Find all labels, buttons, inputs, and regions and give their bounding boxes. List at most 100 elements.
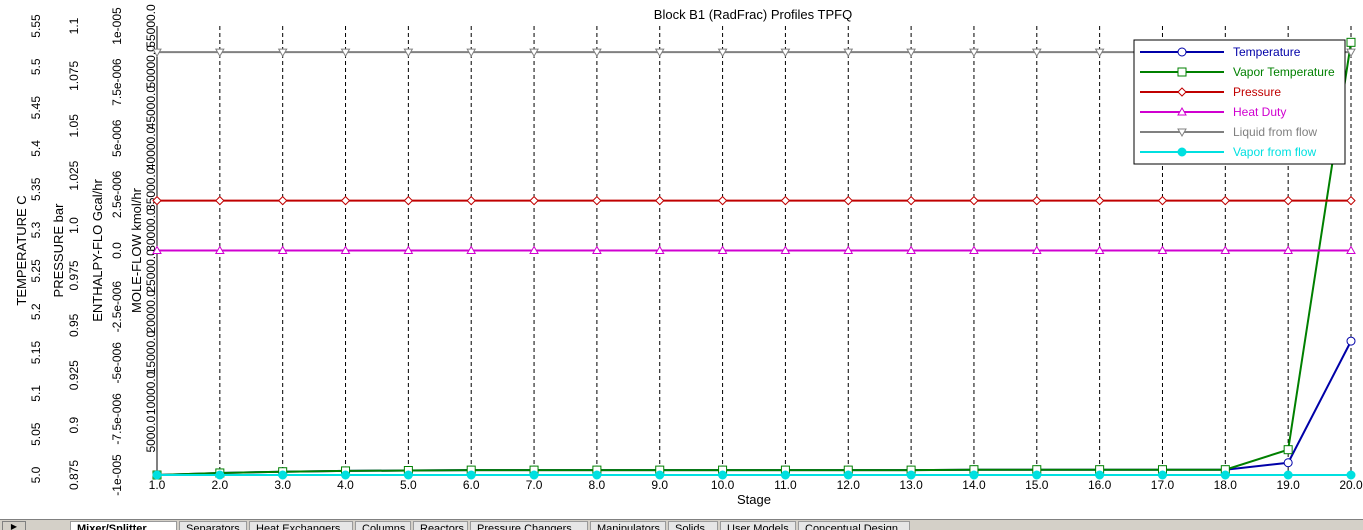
pressure-tick-label: 0.95 <box>67 313 81 337</box>
data-point <box>1346 336 1356 346</box>
x-tick-label: 17.0 <box>1151 478 1175 492</box>
x-tick-label: 8.0 <box>589 478 606 492</box>
data-point <box>278 470 288 480</box>
x-tick-label: 19.0 <box>1276 478 1300 492</box>
chart-title: Block B1 (RadFrac) Profiles TPFQ <box>654 7 852 22</box>
enthalpy-tick-label: 0.0 <box>110 242 124 259</box>
moleflow-tick-label: 30000.0 <box>144 208 158 252</box>
x-tick-label: 12.0 <box>837 478 861 492</box>
moleflow-tick-label: 10000.0 <box>144 371 158 415</box>
x-axis-label: Stage <box>737 492 771 507</box>
temperature-tick-label: 5.2 <box>29 303 43 320</box>
profiles-chart: Block B1 (RadFrac) Profiles TPFQ 1.0 2.0 3… <box>0 0 1363 519</box>
x-tick-label: 15.0 <box>1025 478 1049 492</box>
pressure-tick-label: 1.075 <box>67 61 81 91</box>
enthalpy-tick-label: 5e-006 <box>110 119 124 157</box>
temperature-tick-label: 5.3 <box>29 221 43 238</box>
enthalpy-tick-label: -5e-006 <box>110 342 124 384</box>
enthalpy-tick-label: 7.5e-006 <box>110 58 124 106</box>
data-point <box>1283 458 1293 468</box>
x-tick-label: 2.0 <box>211 478 228 492</box>
temperature-axis-label: TEMPERATURE C <box>14 195 29 305</box>
pressure-tick-label: 1.025 <box>67 160 81 190</box>
data-point <box>1157 470 1167 480</box>
moleflow-tick-label: 25000.0 <box>144 249 158 293</box>
data-point <box>843 470 853 480</box>
x-tick-label: 20.0 <box>1339 478 1363 492</box>
data-point <box>152 470 162 480</box>
data-point <box>1177 147 1187 157</box>
temperature-tick-label: 5.4 <box>29 140 43 157</box>
temperature-tick-label: 5.5 <box>29 58 43 75</box>
x-tick-label: 13.0 <box>899 478 923 492</box>
data-point <box>1220 470 1230 480</box>
x-tick-label: 4.0 <box>337 478 354 492</box>
legend-label: Temperature <box>1233 45 1301 59</box>
data-point <box>403 470 413 480</box>
temperature-tick-label: 5.15 <box>29 341 43 365</box>
data-point <box>1283 470 1293 480</box>
model-library-tabbar: ▶ Mixer/Splitter Separators Heat Exchanger… <box>0 519 1363 530</box>
data-point <box>1177 47 1187 57</box>
data-point <box>529 470 539 480</box>
data-point <box>215 470 225 480</box>
legend-label: Heat Duty <box>1233 105 1286 119</box>
pressure-tick-label: 1.1 <box>67 17 81 34</box>
pressure-tick-label: 0.925 <box>67 360 81 390</box>
moleflow-tick-label: 5000.0 <box>144 416 158 453</box>
pressure-axis-label: PRESSURE bar <box>51 203 66 298</box>
pressure-tick-label: 0.975 <box>67 260 81 290</box>
data-point <box>969 470 979 480</box>
data-point <box>466 470 476 480</box>
data-point <box>1095 470 1105 480</box>
temperature-tick-label: 5.05 <box>29 422 43 446</box>
x-tick-label: 14.0 <box>962 478 986 492</box>
legend-label: Vapor Temperature <box>1233 65 1335 79</box>
temperature-tick-label: 5.35 <box>29 177 43 201</box>
data-point <box>592 470 602 480</box>
moleflow-tick-label: 40000.0 <box>144 126 158 170</box>
pressure-tick-label: 0.875 <box>67 460 81 490</box>
x-tick-label: 9.0 <box>651 478 668 492</box>
moleflow-tick-label: 45000.0 <box>144 86 158 130</box>
enthalpy-tick-label: -1e-005 <box>110 454 124 496</box>
data-point <box>718 470 728 480</box>
x-tick-label: 6.0 <box>463 478 480 492</box>
data-point <box>1346 470 1356 480</box>
legend: Temperature Vapor Temperature Pressure Heat… <box>1133 39 1346 165</box>
data-point <box>341 470 351 480</box>
x-tick-label: 18.0 <box>1214 478 1238 492</box>
x-tick-label: 16.0 <box>1088 478 1112 492</box>
moleflow-axis-label: MOLE-FLOW kmol/hr <box>129 187 144 313</box>
enthalpy-axis-label: ENTHALPY-FLO Gcal/hr <box>90 179 105 322</box>
data-point <box>1346 37 1356 47</box>
data-point <box>1283 445 1293 455</box>
temperature-tick-label: 5.55 <box>29 14 43 38</box>
temperature-tick-label: 5.1 <box>29 385 43 402</box>
legend-label: Liquid from flow <box>1233 125 1317 139</box>
x-tick-label: 3.0 <box>274 478 291 492</box>
enthalpy-tick-label: 2.5e-006 <box>110 170 124 218</box>
legend-label: Vapor from flow <box>1233 145 1316 159</box>
x-tick-label: 5.0 <box>400 478 417 492</box>
temperature-tick-label: 5.25 <box>29 259 43 283</box>
enthalpy-tick-label: -2.5e-006 <box>110 281 124 333</box>
moleflow-tick-label: 35000.0 <box>144 167 158 211</box>
legend-label: Pressure <box>1233 85 1281 99</box>
moleflow-tick-label: 15000.0 <box>144 331 158 375</box>
x-tick-label: 11.0 <box>774 478 797 492</box>
pressure-tick-label: 1.0 <box>67 217 81 234</box>
enthalpy-tick-label: -7.5e-006 <box>110 393 124 445</box>
temperature-tick-label: 5.0 <box>29 466 43 483</box>
pressure-tick-label: 0.9 <box>67 416 81 433</box>
x-tick-label: 10.0 <box>711 478 735 492</box>
data-point <box>780 470 790 480</box>
x-tick-label: 7.0 <box>526 478 543 492</box>
temperature-tick-label: 5.45 <box>29 96 43 120</box>
enthalpy-tick-label: 1e-005 <box>110 7 124 45</box>
data-point <box>906 470 916 480</box>
moleflow-tick-label: 55000.0 <box>144 4 158 48</box>
pressure-tick-label: 1.05 <box>67 114 81 138</box>
data-point <box>1177 67 1187 77</box>
data-point <box>1032 470 1042 480</box>
